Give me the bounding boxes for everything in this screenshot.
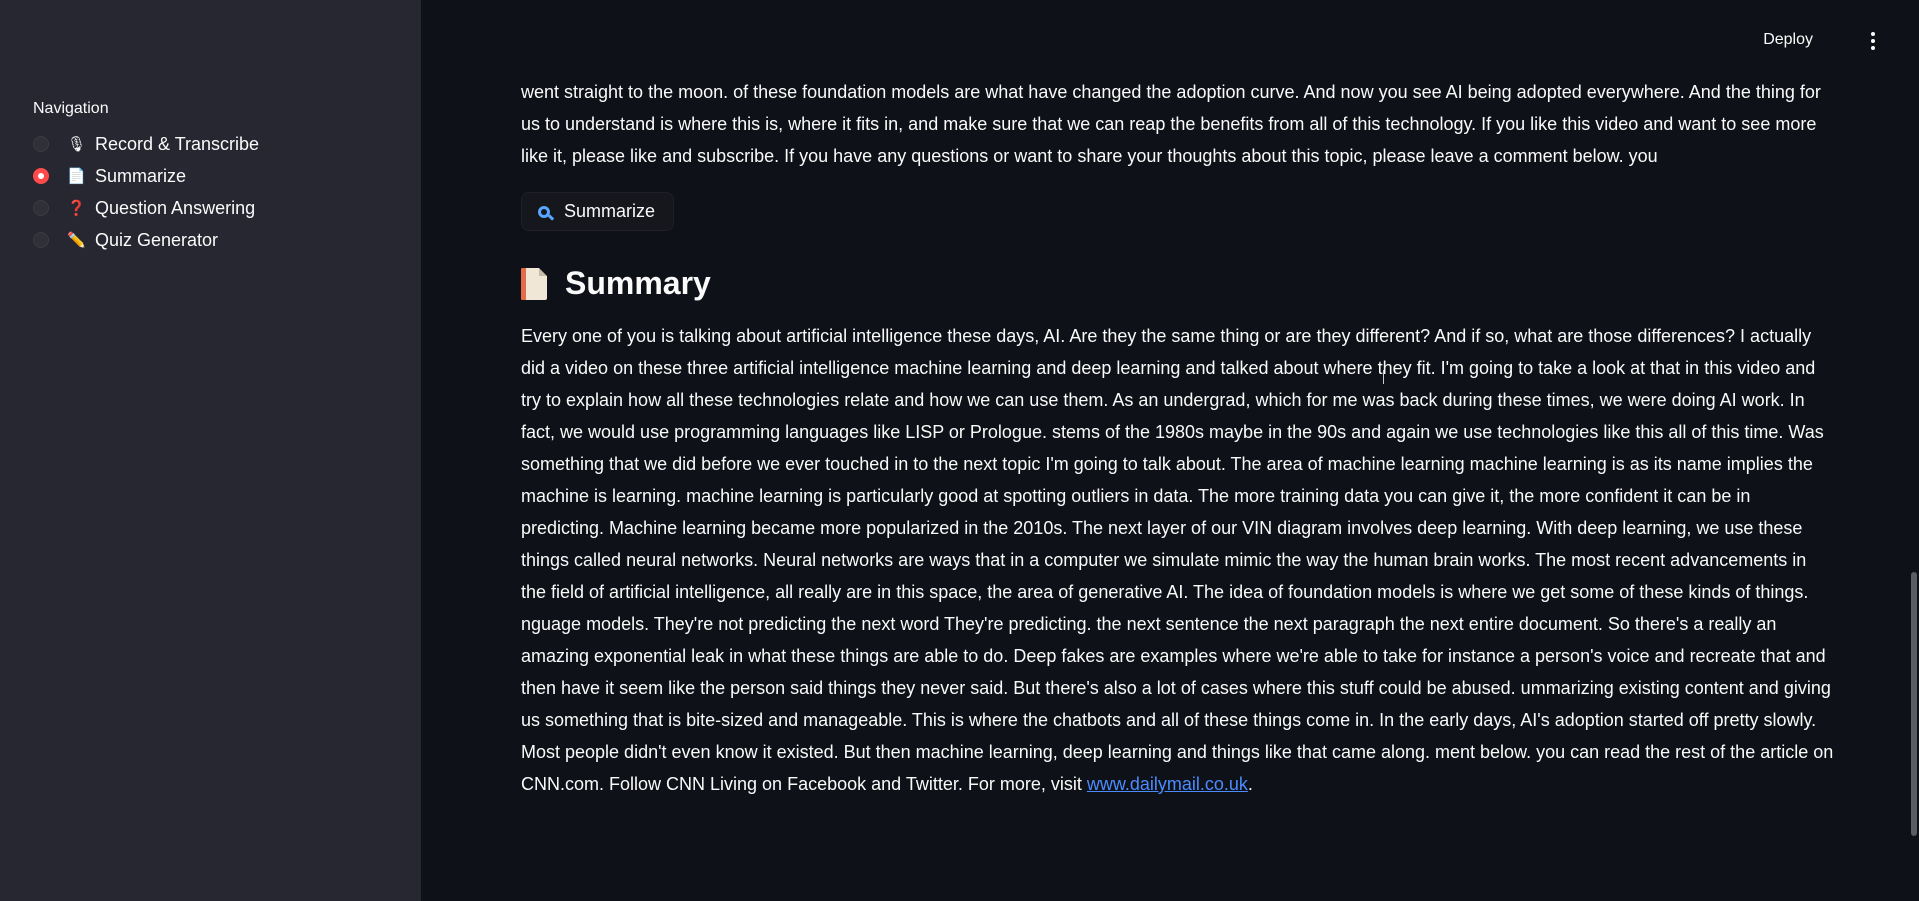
question-mark-icon: ❓ bbox=[67, 200, 86, 217]
sidebar-title: Navigation bbox=[33, 100, 109, 117]
kebab-menu-icon[interactable] bbox=[1871, 32, 1875, 50]
menu-dot bbox=[1871, 39, 1875, 43]
sidebar-item-label: Record & Transcribe bbox=[95, 133, 260, 154]
document-icon: 📄 bbox=[67, 168, 86, 185]
deploy-button[interactable]: Deploy bbox=[1757, 30, 1819, 50]
sidebar-item-label: Summarize bbox=[95, 165, 187, 186]
summary-text: Every one of you is talking about artifi… bbox=[521, 320, 1836, 800]
radio-quiz-generator[interactable] bbox=[33, 232, 49, 248]
sidebar-item-question-answering[interactable]: ❓ Question Answering bbox=[33, 192, 421, 224]
sidebar-nav-list: 🎙 Record & Transcribe 📄 Summarize ❓ Ques… bbox=[33, 128, 421, 256]
document-icon bbox=[521, 267, 547, 300]
sidebar-item-label: Question Answering bbox=[95, 197, 256, 218]
radio-summarize[interactable] bbox=[33, 168, 49, 184]
summary-heading-text: Summary bbox=[565, 265, 711, 301]
summarize-button-label: Summarize bbox=[564, 201, 656, 221]
sidebar-item-quiz-generator[interactable]: ✏️ Quiz Generator bbox=[33, 224, 421, 256]
page-body: went straight to the moon. of these foun… bbox=[521, 76, 1836, 800]
menu-dot bbox=[1871, 46, 1875, 50]
sidebar: Navigation 🎙 Record & Transcribe 📄 Summa… bbox=[0, 0, 421, 901]
dailymail-link[interactable]: www.dailymail.co.uk bbox=[1087, 774, 1248, 794]
menu-dot bbox=[1871, 32, 1875, 36]
main-content: Deploy went straight to the moon. of the… bbox=[421, 0, 1919, 901]
summary-end: . bbox=[1247, 774, 1253, 794]
sidebar-item-record-transcribe[interactable]: 🎙 Record & Transcribe bbox=[33, 128, 421, 160]
summarize-button[interactable]: Summarize bbox=[521, 192, 675, 231]
text-cursor bbox=[1383, 370, 1384, 384]
summary-heading: Summary bbox=[521, 265, 1836, 302]
magnifier-icon bbox=[538, 205, 550, 218]
app-root: Navigation 🎙 Record & Transcribe 📄 Summa… bbox=[0, 0, 1919, 901]
transcript-text: went straight to the moon. of these foun… bbox=[521, 82, 1821, 166]
radio-record-transcribe[interactable] bbox=[33, 136, 49, 152]
summary-body: Every one of you is talking about artifi… bbox=[521, 326, 1834, 794]
sidebar-item-label: Quiz Generator bbox=[95, 229, 219, 250]
pencil-icon: ✏️ bbox=[67, 232, 86, 249]
microphone-icon: 🎙 bbox=[67, 136, 87, 153]
sidebar-item-summarize[interactable]: 📄 Summarize bbox=[33, 160, 421, 192]
scrollbar[interactable] bbox=[1911, 572, 1917, 836]
top-toolbar: Deploy bbox=[421, 0, 1919, 80]
radio-question-answering[interactable] bbox=[33, 200, 49, 216]
